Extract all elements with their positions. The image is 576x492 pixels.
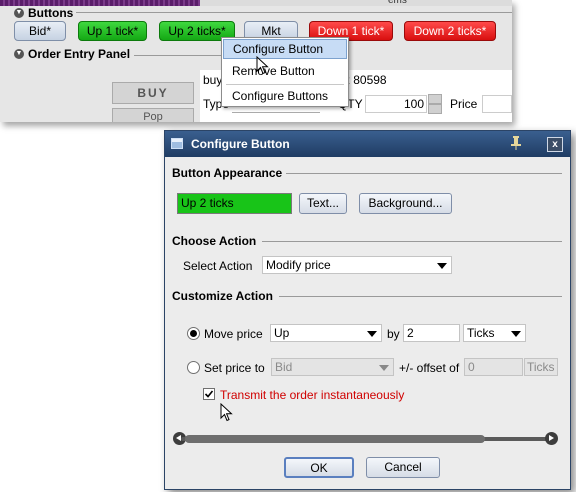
- chevron-down-icon: [511, 331, 521, 337]
- ok-button[interactable]: OK: [284, 457, 354, 478]
- configure-button-dialog: Configure Button x Button Appearance Up …: [164, 130, 571, 490]
- move-direction-value: Up: [274, 326, 290, 340]
- chevron-down-icon[interactable]: ▼: [14, 8, 24, 18]
- buy-button[interactable]: BUY: [112, 82, 194, 104]
- chevron-down-icon: [437, 263, 447, 269]
- buttons-section-title: Buttons: [28, 6, 74, 20]
- offset-unit-field: Ticks: [524, 358, 558, 376]
- choose-action-heading: Choose Action: [172, 234, 257, 248]
- select-action-value: Modify price: [266, 258, 331, 272]
- down-2-ticks-button[interactable]: Down 2 ticks*: [404, 21, 496, 41]
- by-label: by: [387, 327, 400, 341]
- mouse-cursor-icon: [220, 403, 233, 422]
- horizontal-scrollbar-thumb[interactable]: [185, 435, 485, 443]
- cancel-button[interactable]: Cancel: [366, 457, 440, 478]
- pop-button[interactable]: Pop: [112, 108, 194, 122]
- select-action-dropdown[interactable]: Modify price: [262, 256, 452, 274]
- section-divider: [134, 55, 224, 56]
- top-strip: ems: [0, 0, 512, 6]
- chevron-down-icon: [379, 365, 389, 371]
- menu-item-configure-button[interactable]: Configure Button: [223, 39, 347, 59]
- dialog-title: Configure Button: [191, 137, 290, 151]
- menu-separator: [226, 84, 344, 85]
- section-divider: [279, 296, 562, 297]
- button-preview: Up 2 ticks: [177, 193, 292, 214]
- quantity-stepper[interactable]: [428, 94, 442, 114]
- menu-item-remove-button[interactable]: Remove Button: [223, 61, 347, 81]
- pin-icon[interactable]: [509, 136, 523, 152]
- window-icon: [171, 138, 183, 149]
- set-price-radio[interactable]: [187, 361, 200, 374]
- checkmark-icon: [204, 390, 214, 398]
- by-amount-input[interactable]: 2: [403, 324, 460, 342]
- offset-input[interactable]: 0: [464, 358, 523, 376]
- order-entry-title: Order Entry Panel: [28, 47, 131, 61]
- chevron-down-icon: [367, 331, 377, 337]
- context-menu: Configure Button Remove Button Configure…: [221, 37, 349, 107]
- dialog-titlebar[interactable]: Configure Button x: [165, 131, 570, 157]
- section-divider: [76, 12, 512, 13]
- unit-dropdown[interactable]: Ticks: [463, 324, 526, 342]
- price-label: Price: [450, 97, 478, 111]
- unit-value: Ticks: [467, 326, 495, 340]
- price-input[interactable]: [482, 95, 512, 113]
- move-direction-dropdown[interactable]: Up: [270, 324, 382, 342]
- mouse-cursor-icon: [256, 56, 269, 75]
- move-price-label: Move price: [204, 327, 263, 341]
- text-button[interactable]: Text...: [299, 193, 347, 214]
- button-appearance-heading: Button Appearance: [172, 166, 283, 180]
- customize-action-heading: Customize Action: [172, 289, 273, 303]
- close-icon[interactable]: x: [547, 137, 563, 152]
- select-action-label: Select Action: [183, 259, 253, 273]
- section-divider: [286, 173, 562, 174]
- transmit-label: Transmit the order instantaneously: [220, 388, 405, 402]
- transmit-checkbox[interactable]: [203, 388, 215, 400]
- set-price-value: Bid: [275, 360, 293, 374]
- quantity-input[interactable]: 100: [365, 95, 427, 113]
- set-price-dropdown[interactable]: Bid: [271, 358, 394, 376]
- order-entry-section-header[interactable]: ▼ Order Entry Panel: [14, 47, 130, 61]
- set-price-label: Set price to: [204, 361, 265, 375]
- chevron-down-icon[interactable]: ▼: [14, 49, 24, 59]
- background-button[interactable]: Background...: [359, 193, 452, 214]
- move-price-radio[interactable]: [187, 327, 200, 340]
- menu-item-configure-buttons[interactable]: Configure Buttons: [223, 86, 347, 106]
- offset-label: +/- offset of: [399, 361, 460, 375]
- scroll-right-icon[interactable]: [545, 432, 558, 445]
- section-divider: [262, 241, 562, 242]
- up-1-tick-button[interactable]: Up 1 tick*: [78, 21, 147, 41]
- bid-button[interactable]: Bid*: [14, 21, 66, 41]
- strip-value: ems: [388, 0, 407, 6]
- buttons-section-header[interactable]: ▼ Buttons: [14, 6, 73, 20]
